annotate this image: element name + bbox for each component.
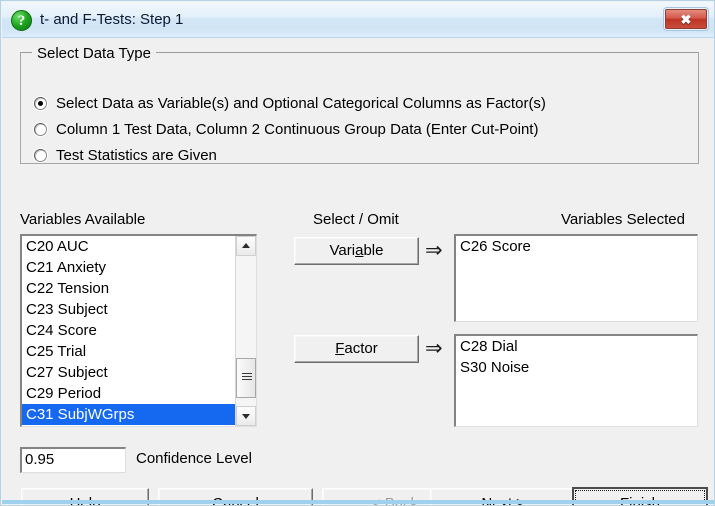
window-bottom-edge	[2, 500, 714, 504]
list-item-selected[interactable]: C31 SubjWGrps	[22, 404, 235, 425]
scrollbar-thumb[interactable]	[236, 358, 256, 398]
list-item[interactable]: C22 Tension	[22, 278, 235, 299]
list-item[interactable]: C23 Subject	[22, 299, 235, 320]
window-title: t- and F-Tests: Step 1	[40, 11, 184, 28]
scroll-up-icon[interactable]	[236, 236, 256, 256]
list-item[interactable]: C24 Score	[22, 320, 235, 341]
radio-icon[interactable]	[34, 96, 47, 110]
radio-option-variables[interactable]: Select Data as Variable(s) and Optional …	[34, 92, 546, 114]
factor-button-label: Factor	[335, 340, 378, 357]
radio-option-cutpoint[interactable]: Column 1 Test Data, Column 2 Continuous …	[34, 118, 538, 140]
variables-selected-listbox[interactable]: C26 Score	[454, 234, 698, 322]
radio-option-test-statistics[interactable]: Test Statistics are Given	[34, 144, 217, 166]
list-item[interactable]: C26 Score	[456, 236, 697, 257]
vertical-scrollbar[interactable]	[235, 236, 256, 426]
variables-available-items: C20 AUC C21 Anxiety C22 Tension C23 Subj…	[22, 236, 235, 425]
confidence-level-label: Confidence Level	[136, 450, 252, 467]
list-item[interactable]: C27 Subject	[22, 362, 235, 383]
arrow-right-icon: ⇒	[425, 238, 443, 262]
list-item[interactable]: C25 Trial	[22, 341, 235, 362]
select-omit-header: Select / Omit	[313, 211, 399, 228]
list-item[interactable]: S30 Noise	[456, 357, 697, 378]
title-bar: ? t- and F-Tests: Step 1 ✖	[2, 2, 714, 38]
factors-selected-listbox[interactable]: C28 Dial S30 Noise	[454, 334, 698, 427]
dialog-window: ? t- and F-Tests: Step 1 ✖ Select Data T…	[0, 0, 715, 506]
scroll-down-icon[interactable]	[236, 406, 256, 426]
question-mark-icon: ?	[11, 10, 32, 31]
group-legend: Select Data Type	[32, 45, 156, 62]
variable-button[interactable]: Variable	[294, 237, 419, 265]
radio-option-label: Select Data as Variable(s) and Optional …	[56, 94, 546, 112]
arrow-right-icon: ⇒	[425, 336, 443, 360]
list-item[interactable]: C28 Dial	[456, 336, 697, 357]
thumb-grip-icon	[242, 373, 252, 382]
radio-option-label: Column 1 Test Data, Column 2 Continuous …	[56, 120, 539, 138]
question-mark-glyph: ?	[17, 13, 26, 29]
dialog-body: Select Data Type Select Data as Variable…	[2, 38, 714, 505]
list-item[interactable]: C29 Period	[22, 383, 235, 404]
factor-button[interactable]: Factor	[294, 335, 419, 363]
radio-option-label: Test Statistics are Given	[56, 146, 217, 164]
variables-available-header: Variables Available	[20, 211, 146, 228]
radio-icon[interactable]	[34, 122, 47, 136]
confidence-level-input[interactable]: 0.95	[20, 447, 126, 473]
variables-available-listbox[interactable]: C20 AUC C21 Anxiety C22 Tension C23 Subj…	[20, 234, 257, 427]
list-item[interactable]: C21 Anxiety	[22, 257, 235, 278]
close-icon: ✖	[680, 12, 692, 27]
radio-icon[interactable]	[34, 148, 47, 162]
variable-button-label: Variable	[329, 242, 384, 259]
variables-selected-header: Variables Selected	[561, 211, 685, 228]
list-item[interactable]: C20 AUC	[22, 236, 235, 257]
close-button-face: ✖	[665, 9, 707, 29]
close-button[interactable]: ✖	[663, 7, 709, 31]
